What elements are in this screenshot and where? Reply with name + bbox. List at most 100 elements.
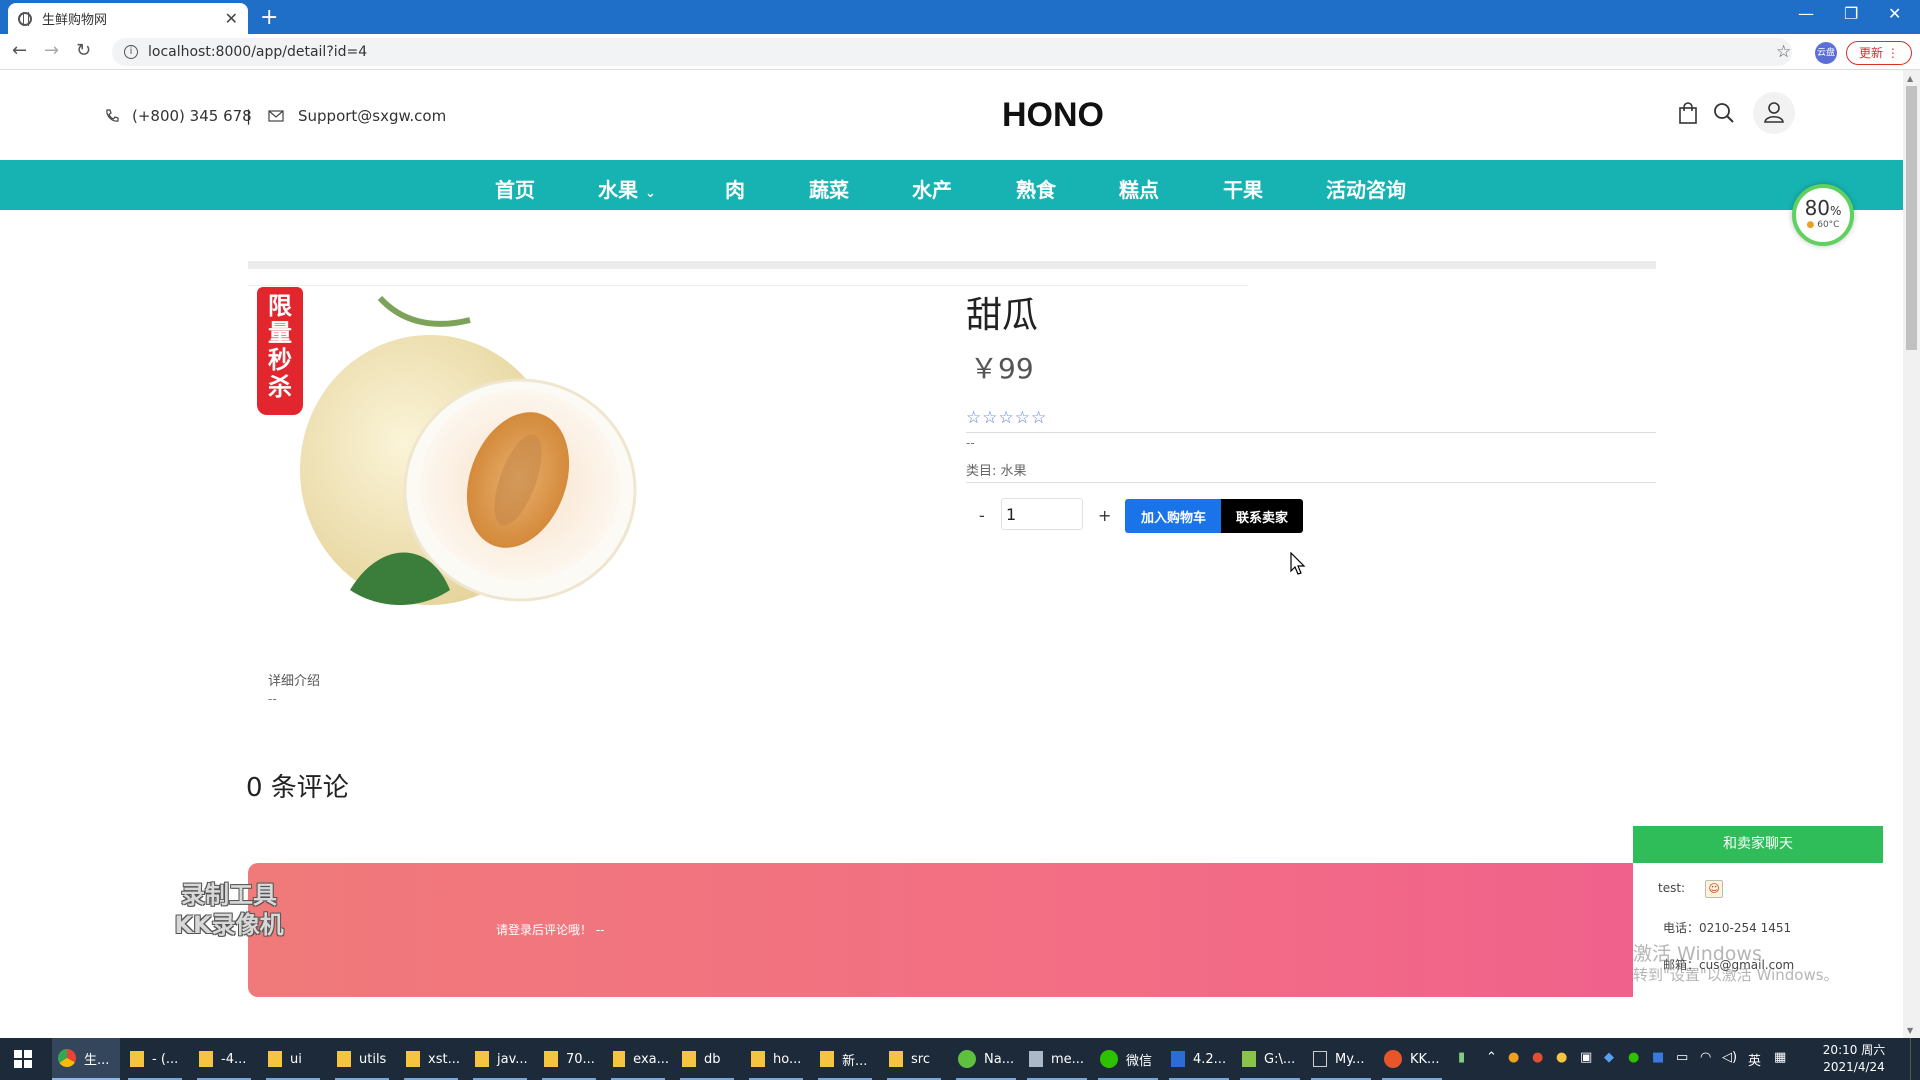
qty-increase-button[interactable]: + [1098, 506, 1111, 525]
nav-meat[interactable]: 肉 [725, 174, 745, 203]
reload-icon[interactable]: ↻ [76, 40, 91, 61]
taskbar-app[interactable]: My... [1307, 1038, 1375, 1080]
tray-app-icon[interactable]: ▭ [1676, 1050, 1688, 1065]
nav-nuts[interactable]: 干果 [1223, 174, 1263, 203]
browser-toolbar: ← → ↻ i localhost:8000/app/detail?id=4 ☆… [0, 34, 1920, 70]
show-desktop-button[interactable] [1910, 1038, 1914, 1080]
update-label: 更新 [1859, 46, 1884, 60]
divider [966, 482, 1656, 483]
rating-stars[interactable]: ☆☆☆☆☆ [966, 408, 1047, 428]
system-clock[interactable]: 20:10 周六 2021/4/24 [1814, 1042, 1894, 1076]
scrollbar-thumb[interactable] [1906, 86, 1917, 350]
browser-tab[interactable]: 生鲜购物网 ✕ [8, 3, 248, 34]
taskbar-folder[interactable]: 新... [814, 1038, 876, 1080]
taskbar-folder[interactable]: src [883, 1038, 945, 1080]
taskbar-folder[interactable]: ui [262, 1038, 324, 1080]
site-logo[interactable]: HONO [1002, 96, 1104, 135]
performance-gauge[interactable]: 80% ● 60°C [1792, 184, 1854, 246]
nav-fruit[interactable]: 水果 ⌄ [598, 174, 656, 203]
shopping-bag-icon[interactable] [1678, 102, 1698, 124]
extension-avatar[interactable]: 云盘 [1815, 42, 1837, 64]
tray-app-icon[interactable]: ● [1556, 1050, 1567, 1065]
taskbar-app[interactable]: Na... [952, 1038, 1020, 1080]
wifi-icon[interactable]: ◠ [1700, 1050, 1711, 1065]
nav-promotions[interactable]: 活动咨询 [1326, 174, 1406, 203]
comment-banner: 请登录后评论哦！ -- [248, 863, 1656, 997]
tray-app-icon[interactable]: ● [1532, 1050, 1543, 1065]
taskbar-label: 微信 [1126, 1053, 1153, 1069]
taskbar-folder[interactable]: ho... [745, 1038, 807, 1080]
taskbar-label: -4... [221, 1051, 247, 1067]
keyboard-icon[interactable]: ▦ [1774, 1050, 1786, 1065]
tray-wechat-icon[interactable]: ● [1628, 1050, 1639, 1065]
forward-arrow-icon[interactable]: → [44, 40, 59, 61]
taskbar-label: jav... [497, 1051, 528, 1067]
user-avatar[interactable] [1753, 92, 1795, 134]
taskbar-app[interactable]: G:\... [1236, 1038, 1304, 1080]
taskbar-app[interactable]: me... [1023, 1038, 1091, 1080]
taskbar-label: ui [290, 1051, 302, 1067]
bookmark-star-icon[interactable]: ☆ [1776, 42, 1791, 62]
nav-pastry[interactable]: 糕点 [1119, 174, 1159, 203]
product-image[interactable] [280, 290, 660, 610]
qty-decrease-button[interactable]: - [979, 506, 985, 525]
tray-app-icon[interactable]: ■ [1652, 1050, 1664, 1065]
update-button[interactable]: 更新 ⋮ [1846, 41, 1912, 65]
folder-icon [337, 1051, 351, 1067]
taskbar-folder[interactable]: 70... [538, 1038, 600, 1080]
windows-start-icon[interactable] [14, 1050, 32, 1068]
taskbar-label: utils [359, 1051, 387, 1067]
taskbar-app[interactable]: KK... [1378, 1038, 1446, 1080]
battery-icon[interactable]: ▮ [1458, 1050, 1465, 1065]
taskbar-folder[interactable]: - (... [124, 1038, 186, 1080]
nav-deli[interactable]: 熟食 [1016, 174, 1056, 203]
search-icon[interactable] [1713, 102, 1735, 124]
tray-app-icon[interactable]: ▣ [1580, 1050, 1592, 1065]
ime-indicator[interactable]: 英 [1748, 1050, 1761, 1069]
taskbar-folder[interactable]: -4... [193, 1038, 255, 1080]
kk-recorder-icon [1384, 1050, 1402, 1068]
product-price: ￥99 [970, 352, 1034, 385]
taskbar-chrome[interactable]: 生... [52, 1038, 120, 1080]
nav-seafood[interactable]: 水产 [912, 174, 952, 203]
login-prompt-link[interactable]: 请登录后评论哦！ -- [496, 921, 604, 938]
detail-title: 详细介绍 [268, 674, 321, 689]
taskbar-folder[interactable]: db [676, 1038, 738, 1080]
tray-app-icon[interactable]: ● [1508, 1050, 1519, 1065]
tray-app-icon[interactable]: ◆ [1604, 1050, 1614, 1065]
taskbar-folder[interactable]: xst... [400, 1038, 462, 1080]
chevron-down-icon: ⌄ [644, 186, 656, 201]
site-info-icon[interactable]: i [124, 45, 138, 59]
chat-with-seller-header[interactable]: 和卖家聊天 [1633, 826, 1883, 863]
flash-sale-badge: 限量秒杀 [257, 287, 303, 415]
volume-icon[interactable]: ◁) [1722, 1050, 1737, 1065]
taskbar-folder[interactable]: exa... [607, 1038, 669, 1080]
taskbar-label: db [704, 1051, 721, 1067]
add-to-cart-button[interactable]: 加入购物车 [1125, 499, 1222, 533]
nav-vegetables[interactable]: 蔬菜 [809, 174, 849, 203]
minimize-icon[interactable]: — [1798, 4, 1814, 23]
restore-icon[interactable]: ❐ [1844, 4, 1858, 23]
scroll-down-icon[interactable]: ▼ [1907, 1026, 1913, 1035]
nav-home[interactable]: 首页 [495, 174, 535, 203]
scroll-up-icon[interactable]: ▲ [1907, 74, 1913, 83]
new-tab-button[interactable]: + [260, 5, 278, 30]
activation-line-1: 激活 Windows [1633, 943, 1762, 965]
leaf-icon [958, 1050, 976, 1068]
taskbar-folder[interactable]: jav... [469, 1038, 531, 1080]
qq-icon[interactable]: ☺ [1705, 880, 1724, 898]
tab-close-icon[interactable]: ✕ [225, 9, 238, 28]
address-bar[interactable]: i localhost:8000/app/detail?id=4 [112, 38, 1792, 66]
product-category: 类目: 水果 [966, 464, 1027, 479]
taskbar-label: 4.2... [1193, 1051, 1227, 1067]
back-arrow-icon[interactable]: ← [12, 40, 27, 61]
taskbar-folder[interactable]: utils [331, 1038, 393, 1080]
taskbar-label: 生... [84, 1052, 110, 1068]
taskbar-app[interactable]: 4.2... [1165, 1038, 1233, 1080]
taskbar-label: - (... [152, 1051, 179, 1067]
window-close-icon[interactable]: ✕ [1888, 4, 1901, 23]
quantity-input[interactable] [1001, 498, 1083, 530]
tray-chevron-up-icon[interactable]: ⌃ [1486, 1050, 1497, 1065]
contact-seller-button[interactable]: 联系卖家 [1221, 499, 1303, 533]
taskbar-wechat[interactable]: 微信 [1094, 1038, 1162, 1080]
